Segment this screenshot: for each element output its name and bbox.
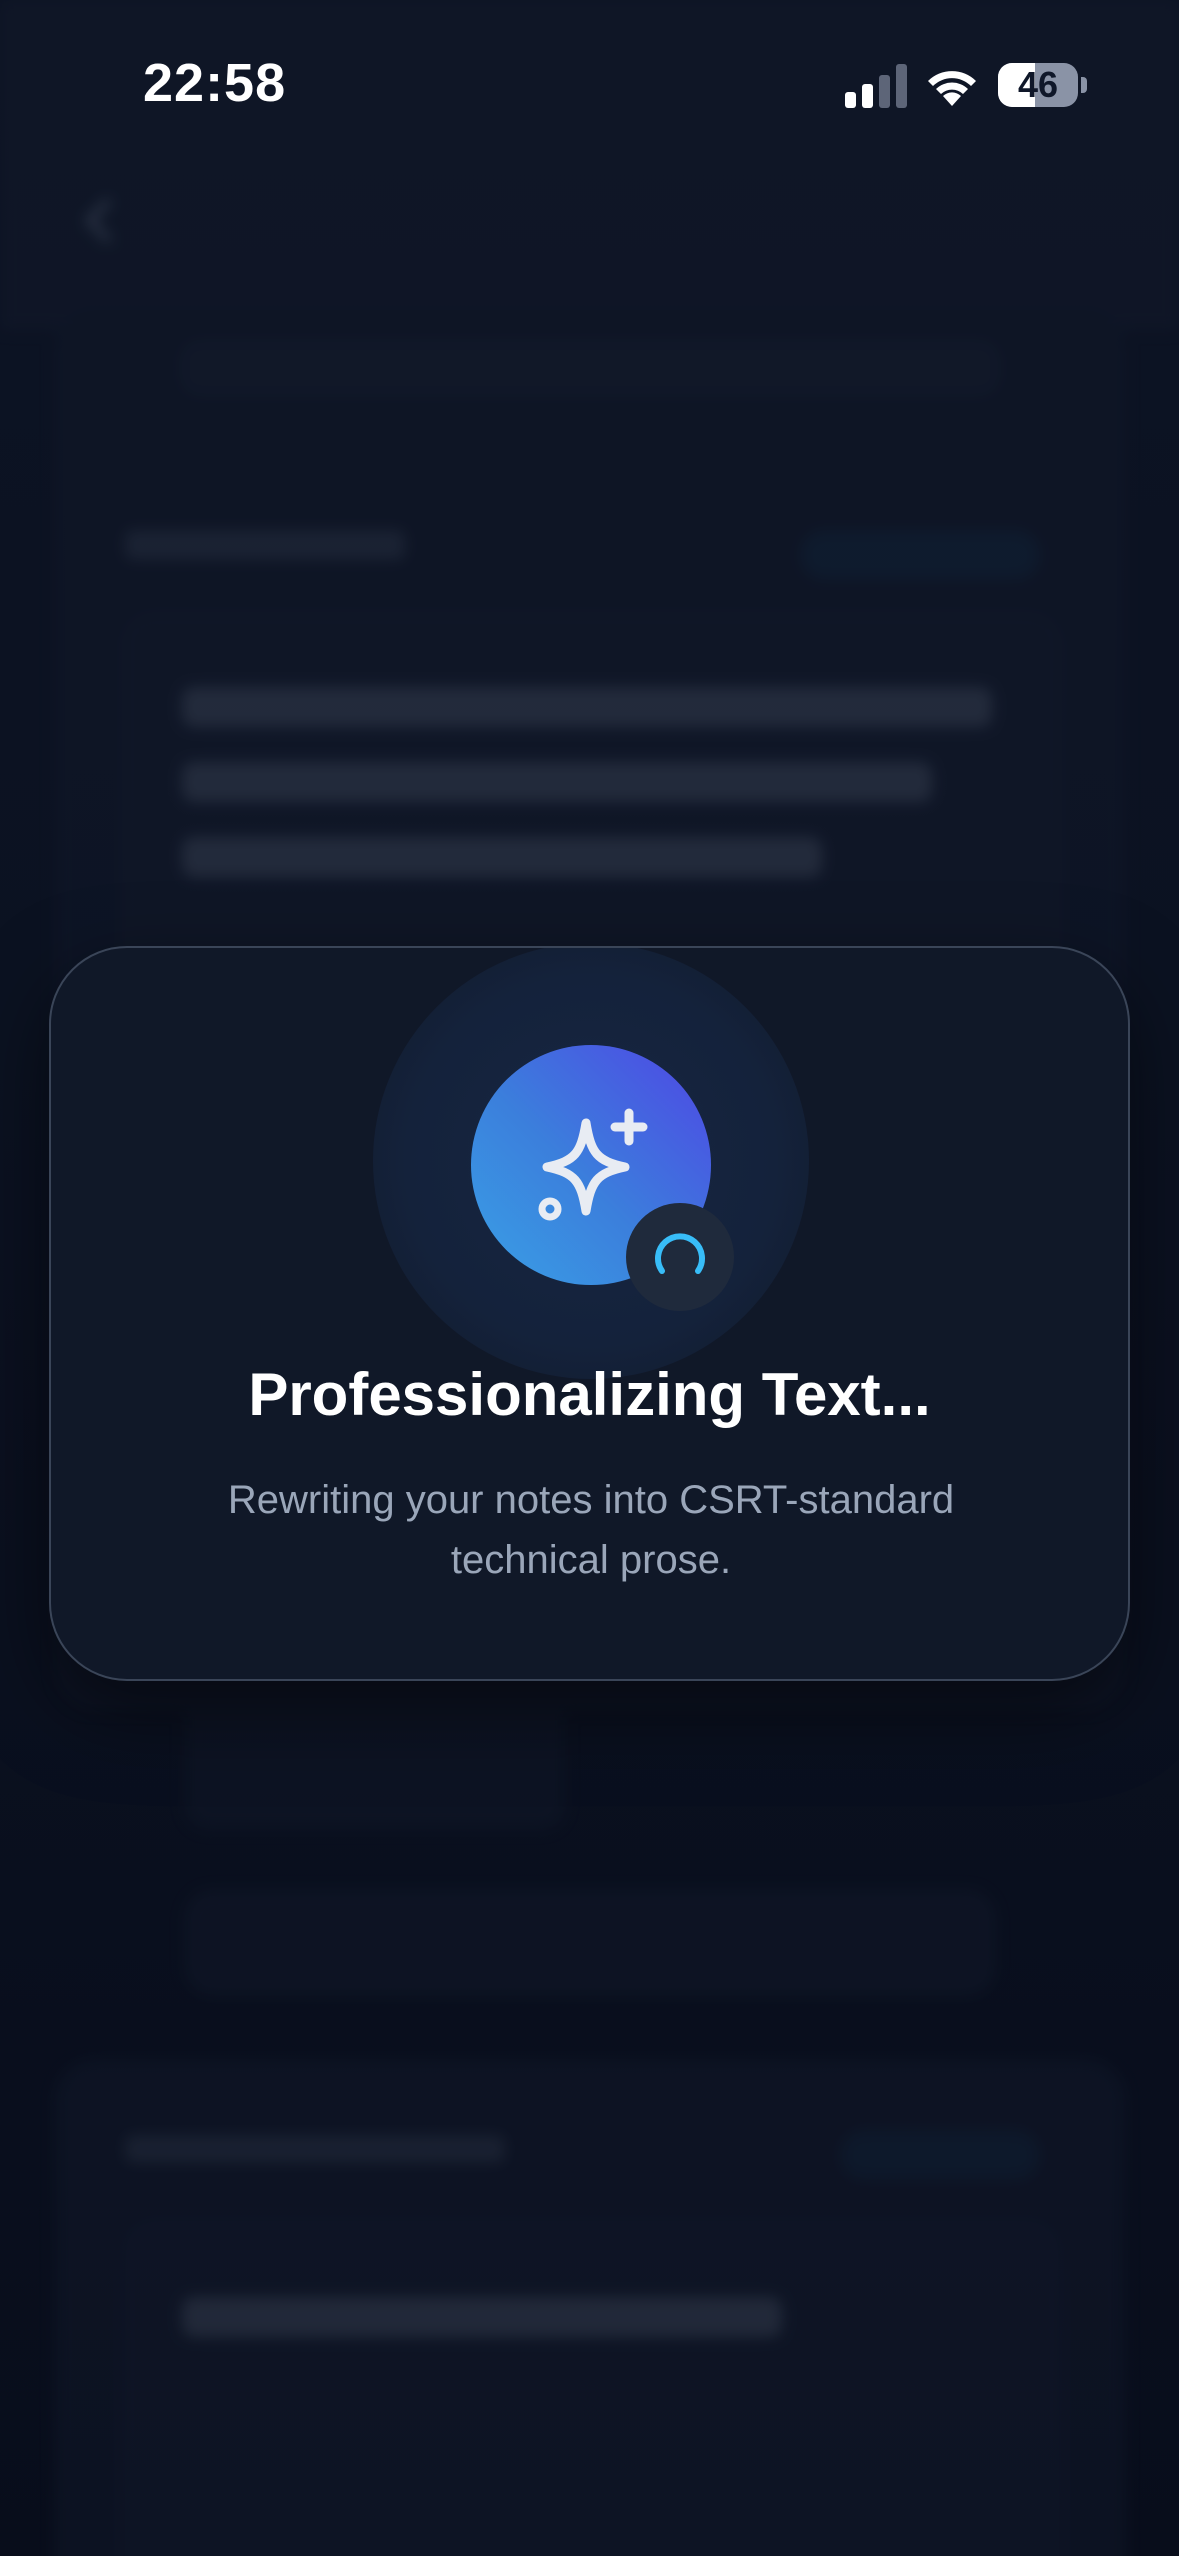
battery-terminal [1081,77,1087,93]
processing-dialog: Professionalizing Text... Rewriting your… [49,946,1130,1681]
battery-percent: 46 [1017,64,1059,105]
cellular-signal-icon [845,64,907,108]
dialog-subtitle: Rewriting your notes into CSRT-standard … [227,1478,955,1582]
sparkles-icon [538,1108,648,1221]
dialog-title: Professionalizing Text... [248,1361,931,1428]
spinner-icon [655,1233,705,1274]
screen: 22:58 46 Professionalizing Text... Rewri… [0,0,1179,2556]
status-bar: 22:58 46 [0,0,1179,170]
loading-badge [626,1203,734,1311]
battery-icon: 46 [998,63,1078,107]
status-time: 22:58 [143,53,287,113]
wifi-icon [928,71,976,106]
